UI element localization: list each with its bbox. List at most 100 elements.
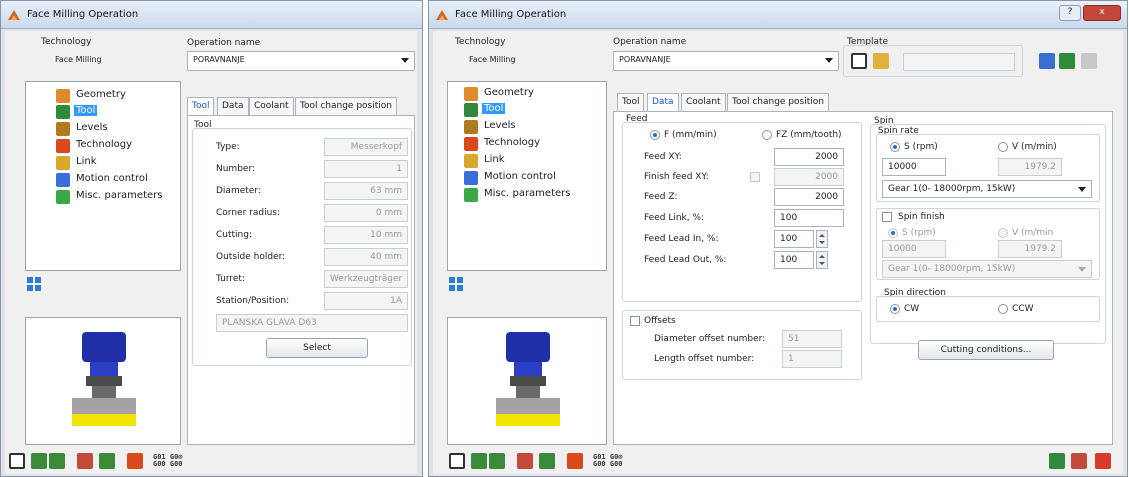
navigation-tree: Geometry Tool Levels Technology Link Mot… (25, 81, 181, 271)
action-toolbar (1049, 453, 1121, 473)
feed-f-radio[interactable] (650, 130, 660, 140)
technology-label: Technology (455, 37, 506, 47)
template-field (903, 53, 1015, 71)
exit-icon[interactable] (1095, 453, 1111, 469)
tab-tool[interactable]: Tool (617, 93, 645, 111)
gcode-icon-g01[interactable]: G01 G0⊙ G00 G00 (593, 454, 623, 468)
save-icon[interactable] (9, 453, 25, 469)
export-icon[interactable] (77, 453, 93, 469)
view-grid-icon[interactable] (27, 277, 41, 291)
info-icon[interactable] (1039, 53, 1055, 69)
diameter-offset-label: Diameter offset number: (654, 334, 766, 344)
tab-tool-change-position[interactable]: Tool change position (727, 93, 829, 111)
help-button[interactable]: ? (1059, 5, 1081, 21)
tab-tool[interactable]: Tool (187, 97, 215, 115)
feed-xy-input[interactable]: 2000 (774, 148, 844, 166)
save-as-icon[interactable] (471, 453, 487, 469)
app-icon (436, 10, 448, 20)
spin-cw-radio[interactable] (890, 304, 900, 314)
technology-label: Technology (41, 37, 92, 47)
field-label: Turret: (216, 274, 245, 284)
geometry-icon (464, 87, 478, 101)
feed-fz-radio[interactable] (762, 130, 772, 140)
feed-f-label: F (mm/min) (664, 130, 717, 140)
type-value: Messerkopf (324, 138, 408, 156)
corner-radius-value: 0 mm (324, 204, 408, 222)
gear-select[interactable]: Gear 1(0- 18000rpm, 15kW) (882, 180, 1092, 198)
ok-icon[interactable] (1071, 453, 1087, 469)
offsets-checkbox[interactable] (630, 316, 640, 326)
spin-s-radio[interactable] (890, 142, 900, 152)
title-bar[interactable]: Face Milling Operation ? x (429, 1, 1127, 29)
window-title: Face Milling Operation (455, 9, 567, 20)
select-button[interactable]: Select (266, 338, 368, 358)
misc-parameters-icon (56, 190, 70, 204)
tab-data[interactable]: Data (647, 93, 679, 111)
gcode-icon-g01[interactable]: G01 G0⊙ G00 G00 (153, 454, 183, 468)
feed-lead-in-input[interactable]: 100 (774, 230, 814, 248)
field-label: Cutting: (216, 230, 252, 240)
levels-icon (464, 120, 478, 134)
save-all-icon[interactable] (489, 453, 505, 469)
open-folder-icon[interactable] (873, 53, 889, 69)
levels-icon (56, 122, 70, 136)
export-icon[interactable] (517, 453, 533, 469)
save-as-icon[interactable] (31, 453, 47, 469)
save-template-icon[interactable] (851, 53, 867, 69)
import-icon[interactable] (539, 453, 555, 469)
link-icon (464, 154, 478, 168)
tab-tool-change-position[interactable]: Tool change position (295, 97, 397, 115)
field-label: Diameter: (216, 186, 261, 196)
field-label: Number: (216, 164, 256, 174)
tool-icon (56, 105, 70, 119)
pointer-help-icon[interactable] (1081, 53, 1097, 69)
dialog-body: Technology Face Milling Operation name P… (433, 31, 1123, 474)
save-all-icon[interactable] (49, 453, 65, 469)
spin-v-input: 1979.2 (998, 158, 1062, 176)
tab-coolant[interactable]: Coolant (681, 93, 726, 111)
save-icon[interactable] (449, 453, 465, 469)
technology-db-icon[interactable] (127, 453, 143, 469)
spin-v-radio[interactable] (998, 142, 1008, 152)
tab-data[interactable]: Data (217, 97, 249, 115)
face-milling-window-right: Face Milling Operation ? x Technology Fa… (428, 0, 1128, 477)
spin-finish-gear-value: Gear 1(0- 18000rpm, 15kW) (888, 264, 1016, 274)
outside-holder-value: 40 mm (324, 248, 408, 266)
feed-z-input[interactable]: 2000 (774, 188, 844, 206)
spin-v-label: V (m/min) (1012, 142, 1057, 152)
feed-fz-label: FZ (mm/tooth) (776, 130, 842, 140)
field-label: Station/Position: (216, 296, 290, 306)
operation-name-value: PORAVNANJE (619, 55, 671, 64)
feed-link-input[interactable]: 100 (774, 209, 844, 227)
import-icon[interactable] (99, 453, 115, 469)
face-milling-window-left: Face Milling Operation Technology Face M… (0, 0, 423, 477)
technology-icon (56, 139, 70, 153)
feed-lead-out-input[interactable]: 100 (774, 251, 814, 269)
feed-link-label: Feed Link, %: (644, 213, 705, 223)
tool-tab-panel: Tool Type: Messerkopf Number: 1 Diameter… (187, 115, 415, 445)
finish-feed-checkbox[interactable] (750, 172, 760, 182)
spin-finish-gear-select: Gear 1(0- 18000rpm, 15kW) (882, 260, 1092, 278)
feed-lead-in-stepper[interactable] (816, 230, 828, 248)
operation-name-label: Operation name (187, 38, 261, 48)
spin-ccw-radio[interactable] (998, 304, 1008, 314)
close-button[interactable]: x (1083, 5, 1121, 21)
data-tab-panel: Feed F (mm/min) FZ (mm/tooth) Feed XY: 2… (613, 111, 1113, 445)
cutting-value: 10 mm (324, 226, 408, 244)
operation-name-value: PORAVNANJE (193, 55, 245, 64)
app-icon (8, 10, 20, 20)
spin-finish-s-input: 10000 (882, 240, 946, 258)
tool-db-icon[interactable] (1059, 53, 1075, 69)
tab-coolant[interactable]: Coolant (249, 97, 294, 115)
operation-name-combo[interactable]: PORAVNANJE (187, 51, 415, 71)
view-grid-icon[interactable] (449, 277, 463, 291)
title-bar[interactable]: Face Milling Operation (1, 1, 422, 29)
spin-s-input[interactable]: 10000 (882, 158, 946, 176)
cutting-conditions-button[interactable]: Cutting conditions... (918, 340, 1054, 360)
technology-db-icon[interactable] (567, 453, 583, 469)
feed-lead-out-stepper[interactable] (816, 251, 828, 269)
link-icon (56, 156, 70, 170)
spin-finish-checkbox[interactable] (882, 212, 892, 222)
operation-name-combo[interactable]: PORAVNANJE (613, 51, 839, 71)
apply-icon[interactable] (1049, 453, 1065, 469)
